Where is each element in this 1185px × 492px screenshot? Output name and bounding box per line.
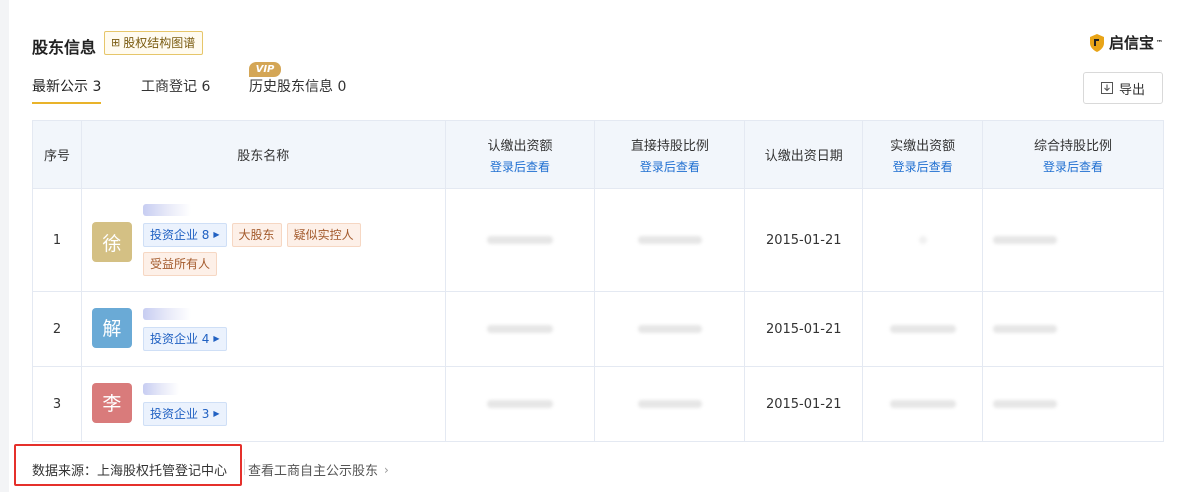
subscribed-capital-cell [444, 188, 596, 292]
tag-suspected-controller: 疑似实控人 [286, 223, 361, 247]
view-public-shareholders-link[interactable]: 查看工商自主公示股东 › [248, 460, 389, 480]
left-edge [0, 0, 9, 492]
caret-right-icon: ▶ [213, 333, 220, 343]
shareholder-cell: 徐 投资企业 8 ▶ 大股东 疑似实控人 受益所有人 [80, 188, 446, 292]
masked-value [918, 235, 927, 244]
invest-count-label: 投资企业 4 [149, 331, 210, 346]
tag-list: 投资企业 8 ▶ 大股东 疑似实控人 受益所有人 [142, 223, 383, 276]
subscribed-date-cell: 2015-01-21 [744, 366, 864, 442]
login-to-view-link[interactable]: 登录后查看 [863, 158, 982, 175]
equity-chart-label: 股权结构图谱 [123, 36, 196, 50]
subscribed-date-cell: 2015-01-21 [744, 188, 864, 292]
login-to-view-link[interactable]: 登录后查看 [595, 158, 744, 175]
col-subscribed-date: 认缴出资日期 [744, 120, 864, 189]
shareholder-cell: 李 投资企业 3 ▶ [80, 366, 446, 442]
masked-value [889, 399, 956, 408]
masked-value [487, 399, 554, 408]
masked-value [487, 235, 554, 244]
col-direct-ratio: 直接持股比例登录后查看 [594, 120, 746, 189]
masked-value [637, 235, 702, 244]
download-icon [1100, 82, 1113, 94]
masked-value [993, 324, 1058, 333]
col-direct-ratio-label: 直接持股比例 [630, 138, 709, 154]
tab-history-shareholders[interactable]: 历史股东信息 0 [249, 76, 346, 104]
invest-companies-tag[interactable]: 投资企业 3 ▶ [142, 401, 227, 426]
col-total-ratio-label: 综合持股比例 [1034, 138, 1113, 154]
total-ratio-cell [982, 188, 1164, 292]
section-title: 股东信息 [32, 38, 97, 57]
masked-value [993, 235, 1058, 244]
subscribed-date-cell: 2015-01-21 [744, 291, 864, 367]
vip-badge: VIP [249, 62, 281, 77]
tab-business-registration[interactable]: 工商登记 6 [141, 76, 210, 104]
table-row: 1 徐 投资企业 8 ▶ 大股东 疑似实控人 受益所有人 2015-01-21 [32, 188, 1164, 292]
tag-list: 投资企业 3 ▶ [142, 401, 227, 426]
invest-count-label: 投资企业 3 [149, 406, 210, 421]
masked-value [993, 399, 1058, 408]
table-row: 3 李 投资企业 3 ▶ 2015-01-21 [32, 366, 1164, 442]
direct-ratio-cell [594, 188, 746, 292]
invest-count-label: 投资企业 8 [149, 228, 210, 242]
export-label: 导出 [1118, 82, 1145, 98]
row-index: 1 [32, 188, 82, 292]
shareholder-cell: 解 投资企业 4 ▶ [80, 291, 446, 367]
direct-ratio-cell [594, 291, 746, 367]
row-index: 2 [32, 291, 82, 367]
brand-trademark: ™ [1156, 38, 1163, 47]
data-source-text: 数据来源：上海股权托管登记中心 [32, 464, 228, 479]
paid-capital-cell [862, 188, 984, 292]
col-paid-capital: 实缴出资额登录后查看 [862, 120, 984, 189]
masked-value [487, 324, 554, 333]
paid-capital-cell [862, 366, 984, 442]
col-total-ratio: 综合持股比例登录后查看 [982, 120, 1164, 189]
col-shareholder-name: 股东名称 [80, 120, 446, 189]
table-header-row: 序号 股东名称 认缴出资额登录后查看 直接持股比例登录后查看 认缴出资日期 实缴… [32, 120, 1164, 189]
divider [244, 459, 245, 475]
col-paid-capital-label: 实缴出资额 [890, 138, 956, 154]
caret-right-icon: ▶ [213, 230, 220, 239]
shareholder-table: 序号 股东名称 认缴出资额登录后查看 直接持股比例登录后查看 认缴出资日期 实缴… [32, 120, 1164, 442]
section-header: 股东信息 ⊞ 股权结构图谱 启信宝 ™ [32, 30, 1163, 60]
avatar: 解 [91, 307, 132, 348]
masked-value [889, 324, 956, 333]
brand-name: 启信宝 [1108, 34, 1154, 52]
paid-capital-cell [862, 291, 984, 367]
shareholder-name-blurred[interactable] [142, 204, 191, 216]
total-ratio-cell [982, 291, 1164, 367]
tab-latest-public[interactable]: 最新公示 3 [32, 76, 102, 104]
avatar: 徐 [91, 222, 132, 262]
shareholder-name-blurred[interactable] [142, 382, 179, 395]
masked-value [637, 324, 702, 333]
tag-list: 投资企业 4 ▶ [142, 326, 227, 351]
col-subscribed-capital-label: 认缴出资额 [487, 138, 553, 154]
caret-right-icon: ▶ [213, 408, 220, 418]
subscribed-capital-cell [444, 366, 596, 442]
invest-companies-tag[interactable]: 投资企业 8 ▶ [142, 223, 227, 247]
avatar: 李 [91, 382, 132, 423]
row-index: 3 [32, 366, 82, 442]
tag-beneficial-owner: 受益所有人 [142, 252, 217, 276]
export-button[interactable]: 导出 [1083, 72, 1163, 104]
equity-chart-button[interactable]: ⊞ 股权结构图谱 [104, 31, 204, 55]
chevron-right-icon: › [384, 462, 389, 477]
total-ratio-cell [982, 366, 1164, 442]
view-public-shareholders-label: 查看工商自主公示股东 [248, 464, 379, 479]
tag-major-shareholder: 大股东 [231, 223, 282, 247]
brand-logo: 启信宝 ™ [1089, 32, 1163, 53]
invest-companies-tag[interactable]: 投资企业 4 ▶ [142, 326, 227, 351]
masked-value [637, 399, 702, 408]
login-to-view-link[interactable]: 登录后查看 [983, 158, 1163, 175]
org-chart-icon: ⊞ [111, 36, 121, 49]
table-row: 2 解 投资企业 4 ▶ 2015-01-21 [32, 291, 1164, 367]
col-subscribed-capital: 认缴出资额登录后查看 [444, 120, 596, 189]
shield-logo-icon [1089, 33, 1104, 52]
col-index: 序号 [32, 120, 82, 189]
direct-ratio-cell [594, 366, 746, 442]
login-to-view-link[interactable]: 登录后查看 [446, 158, 595, 175]
shareholder-name-blurred[interactable] [142, 307, 191, 320]
subscribed-capital-cell [444, 291, 596, 367]
